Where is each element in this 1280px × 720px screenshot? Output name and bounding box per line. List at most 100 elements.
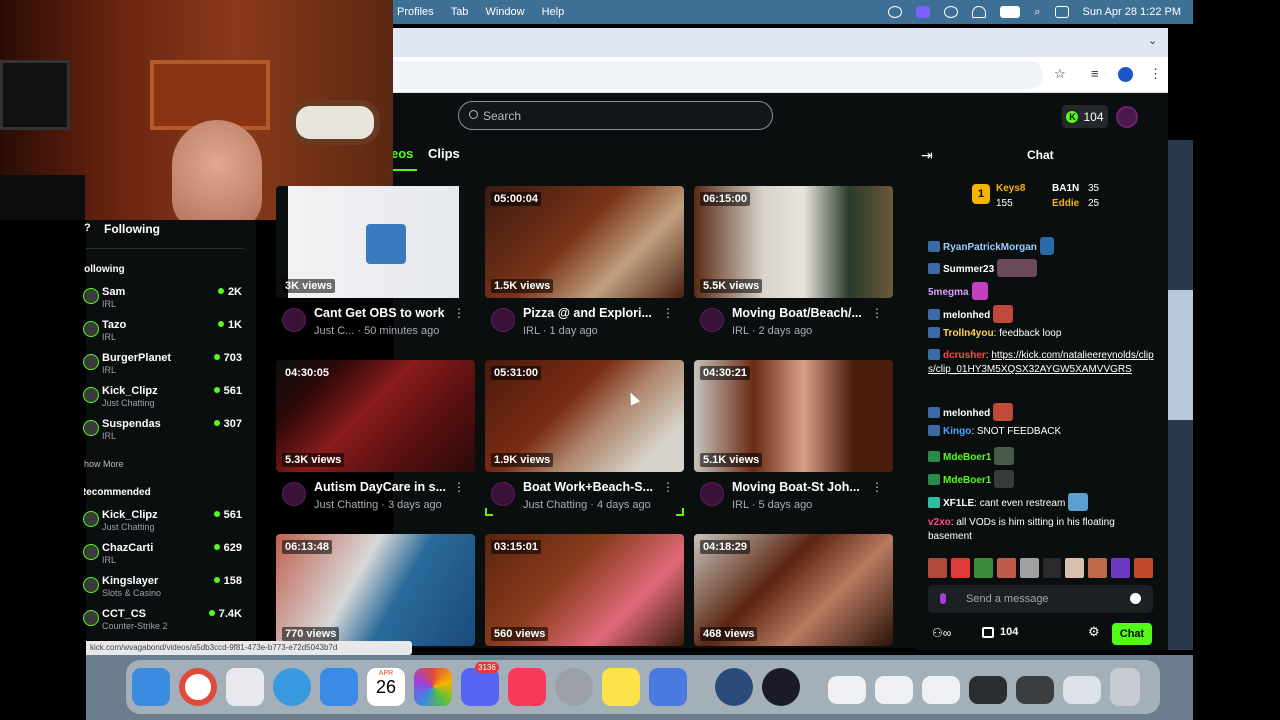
emote-icon[interactable]: [1134, 558, 1154, 578]
trash-icon[interactable]: [1110, 668, 1140, 706]
obs-menu-icon[interactable]: [888, 6, 903, 18]
video-thumbnail[interactable]: 04:30:21 5.1K views: [694, 360, 893, 472]
minimized-window[interactable]: [875, 676, 913, 704]
sidebar-channel[interactable]: Kingslayer Slots & Casino 158: [83, 575, 246, 605]
minimized-window[interactable]: [969, 676, 1007, 704]
video-thumbnail[interactable]: 05:31:00 1.9K views: [485, 360, 684, 472]
more-options-icon[interactable]: ⋮: [453, 480, 465, 494]
launchpad-icon[interactable]: [226, 668, 264, 706]
video-thumbnail[interactable]: 06:15:00 5.5K views: [694, 186, 893, 298]
video-title[interactable]: Moving Boat/Beach/...: [732, 306, 872, 320]
photos-icon[interactable]: [414, 668, 452, 706]
microphone-icon[interactable]: [940, 593, 946, 604]
video-card[interactable]: 06:13:48 770 views: [276, 534, 475, 646]
video-thumbnail[interactable]: 03:15:01 560 views: [485, 534, 684, 646]
more-options-icon[interactable]: ⋮: [662, 480, 674, 494]
notes-icon[interactable]: [602, 668, 640, 706]
user-avatar[interactable]: [1116, 106, 1138, 128]
channel-avatar[interactable]: [700, 482, 724, 506]
settings-gear-icon[interactable]: ⚙: [1088, 624, 1100, 640]
discord-icon[interactable]: 3136: [461, 662, 499, 706]
video-title[interactable]: Cant Get OBS to work: [314, 306, 454, 320]
sidebar-channel[interactable]: Suspendas IRL 307: [83, 418, 246, 448]
video-title[interactable]: Pizza @ and Explori...: [523, 306, 663, 320]
minimized-window[interactable]: [1063, 676, 1101, 704]
menu-tab[interactable]: Tab: [451, 6, 469, 18]
calendar-icon[interactable]: APR 26: [367, 668, 405, 706]
video-card[interactable]: 05:00:04 1.5K views Pizza @ and Explori.…: [485, 186, 684, 350]
video-card[interactable]: 3K views Cant Get OBS to work Just C... …: [276, 186, 475, 350]
emote-icon[interactable]: [1065, 558, 1085, 578]
emote-icon[interactable]: [928, 558, 947, 578]
bookmark-star-icon[interactable]: ☆: [1054, 66, 1066, 82]
tab-videos[interactable]: Videos: [393, 146, 417, 171]
clock[interactable]: Sun Apr 28 1:22 PM: [1083, 6, 1181, 18]
obs-icon[interactable]: [762, 668, 800, 706]
emote-icon[interactable]: [996, 558, 1016, 578]
sidebar-channel[interactable]: ChazCarti IRL 629: [83, 542, 246, 572]
chrome-icon[interactable]: [179, 668, 217, 706]
profile-icon[interactable]: [1118, 67, 1133, 82]
video-thumbnail[interactable]: 06:13:48 770 views: [276, 534, 475, 646]
search-menu-icon[interactable]: ⌕: [1034, 6, 1040, 19]
emote-icon[interactable]: [973, 558, 993, 578]
emote-icon[interactable]: [950, 558, 970, 578]
channel-avatar[interactable]: [491, 308, 515, 332]
video-thumbnail[interactable]: 04:18:29 468 views: [694, 534, 893, 646]
tab-clips[interactable]: Clips: [428, 146, 460, 161]
more-options-icon[interactable]: ⋮: [871, 306, 883, 320]
minimized-window[interactable]: [922, 676, 960, 704]
address-bar[interactable]: [393, 61, 1043, 89]
video-card[interactable]: 06:15:00 5.5K views Moving Boat/Beach/..…: [694, 186, 893, 350]
finder-icon[interactable]: [132, 668, 170, 706]
collapse-chat-icon[interactable]: ⇥: [921, 147, 933, 164]
wifi-icon[interactable]: [972, 6, 987, 18]
chat-username[interactable]: MdeBoer1: [943, 452, 991, 463]
chat-username[interactable]: RyanPatrickMorgan: [943, 242, 1037, 253]
community-icon[interactable]: ⚇∞: [932, 626, 951, 640]
emote-icon[interactable]: [1042, 558, 1062, 578]
more-options-icon[interactable]: ⋮: [453, 306, 465, 320]
leader-name[interactable]: Keys8: [996, 183, 1025, 194]
video-card[interactable]: 04:30:05 5.3K views Autism DayCare in s.…: [276, 360, 475, 524]
minimized-window[interactable]: [828, 676, 866, 704]
control-center-icon[interactable]: [1054, 6, 1069, 18]
video-title[interactable]: Autism DayCare in s...: [314, 480, 454, 494]
emoji-icon[interactable]: [1130, 593, 1141, 604]
screen-record-icon[interactable]: [916, 6, 931, 18]
video-card[interactable]: 03:15:01 560 views: [485, 534, 684, 646]
sidebar-channel[interactable]: Kick_Clipz Just Chatting 561: [83, 509, 246, 539]
chat-username[interactable]: Trolln4you: [943, 328, 994, 339]
preview-icon[interactable]: [649, 668, 687, 706]
video-card[interactable]: 04:18:29 468 views: [694, 534, 893, 646]
reading-list-icon[interactable]: ≡: [1091, 66, 1099, 81]
sidebar-channel[interactable]: BurgerPlanet IRL 703: [83, 352, 246, 382]
mail-icon[interactable]: [320, 668, 358, 706]
app-icon[interactable]: [715, 668, 753, 706]
sidebar-channel[interactable]: Kick_Clipz Just Chatting 561: [83, 385, 246, 415]
play-icon[interactable]: [944, 6, 959, 18]
sidebar-collapse-icon[interactable]: ?: [84, 222, 91, 234]
emote-icon[interactable]: [1019, 558, 1039, 578]
video-thumbnail[interactable]: 3K views: [276, 186, 475, 298]
battery-icon[interactable]: [1000, 6, 1021, 18]
tab-search-icon[interactable]: ⌄: [1148, 34, 1157, 47]
chat-username[interactable]: v2xo: [928, 517, 951, 528]
channel-avatar[interactable]: [282, 308, 306, 332]
send-chat-button[interactable]: Chat: [1112, 623, 1152, 645]
channel-avatar[interactable]: [282, 482, 306, 506]
menu-profiles[interactable]: Profiles: [397, 6, 434, 18]
chat-input[interactable]: Send a message: [928, 585, 1153, 613]
sidebar-channel[interactable]: Tazo IRL 1K: [83, 319, 246, 349]
video-thumbnail[interactable]: 05:00:04 1.5K views: [485, 186, 684, 298]
minimized-window[interactable]: [1016, 676, 1054, 704]
chat-username[interactable]: Summer23: [943, 264, 994, 275]
kicks-balance[interactable]: K 104: [1062, 105, 1108, 128]
menu-window[interactable]: Window: [485, 6, 524, 18]
channel-avatar[interactable]: [491, 482, 515, 506]
chat-username[interactable]: melonhed: [943, 408, 990, 419]
music-icon[interactable]: [508, 668, 546, 706]
chat-username[interactable]: dcrusher: [943, 350, 986, 361]
emote-icon[interactable]: [1111, 558, 1131, 578]
chat-username[interactable]: XF1LE: [943, 498, 974, 509]
